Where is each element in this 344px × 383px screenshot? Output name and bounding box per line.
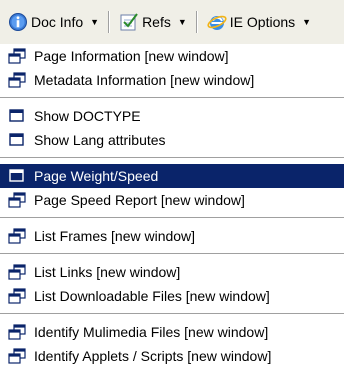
menu-item[interactable]: Show DOCTYPE — [0, 104, 344, 128]
menu-item[interactable]: Identify Mulimedia Files [new window] — [0, 320, 344, 344]
chevron-down-icon: ▼ — [302, 17, 312, 27]
checklist-icon — [119, 12, 139, 32]
ie-options-label: IE Options — [229, 14, 296, 30]
menu-item-label: Identify Applets / Scripts [new window] — [34, 348, 272, 364]
toolbar: Doc Info ▼ Refs ▼ IE Options ▼ — [0, 0, 344, 44]
refs-button[interactable]: Refs ▼ — [115, 7, 191, 37]
menu-item-label: List Downloadable Files [new window] — [34, 288, 270, 304]
new-window-icon — [8, 228, 26, 244]
menu-separator — [0, 217, 344, 218]
menu-item[interactable]: List Frames [new window] — [0, 224, 344, 248]
doc-info-button[interactable]: Doc Info ▼ — [4, 7, 103, 37]
menu-separator — [0, 97, 344, 98]
toolbar-separator — [108, 11, 111, 33]
new-window-icon — [8, 288, 26, 304]
new-window-icon — [8, 348, 26, 364]
menu-item[interactable]: Metadata Information [new window] — [0, 68, 344, 92]
ie-options-button[interactable]: IE Options ▼ — [203, 7, 315, 37]
menu-separator — [0, 253, 344, 254]
menu-item-label: Metadata Information [new window] — [34, 72, 255, 88]
menu-separator — [0, 157, 344, 158]
menu-item[interactable]: Identify Applets / Scripts [new window] — [0, 344, 344, 368]
window-icon — [8, 132, 26, 148]
menu-item[interactable]: Page Information [new window] — [0, 44, 344, 68]
window-icon — [8, 168, 26, 184]
menu-item-label: Page Weight/Speed — [34, 168, 159, 184]
menu-item[interactable]: List Links [new window] — [0, 260, 344, 284]
chevron-down-icon: ▼ — [177, 17, 187, 27]
menu-item-label: Show DOCTYPE — [34, 108, 141, 124]
menu-item-label: Page Information [new window] — [34, 48, 229, 64]
doc-info-menu: Page Information [new window] Metadata In… — [0, 44, 344, 383]
window-icon — [8, 108, 26, 124]
menu-item-label: Identify Mulimedia Files [new window] — [34, 324, 269, 340]
menu-item-label: Show Lang attributes — [34, 132, 166, 148]
new-window-icon — [8, 324, 26, 340]
menu-item[interactable]: Page Speed Report [new window] — [0, 188, 344, 212]
new-window-icon — [8, 48, 26, 64]
new-window-icon — [8, 72, 26, 88]
menu-item-label: Page Speed Report [new window] — [34, 192, 245, 208]
chevron-down-icon: ▼ — [90, 17, 100, 27]
new-window-icon — [8, 264, 26, 280]
ie-icon — [207, 12, 227, 32]
new-window-icon — [8, 192, 26, 208]
menu-item[interactable]: Page Weight/Speed — [0, 164, 344, 188]
menu-item[interactable]: Show Lang attributes — [0, 128, 344, 152]
info-icon — [8, 12, 28, 32]
menu-separator — [0, 313, 344, 314]
menu-item-label: List Frames [new window] — [34, 228, 196, 244]
refs-label: Refs — [142, 14, 171, 30]
menu-item[interactable]: List Downloadable Files [new window] — [0, 284, 344, 308]
toolbar-separator — [195, 11, 198, 33]
doc-info-label: Doc Info — [31, 14, 84, 30]
menu-item-label: List Links [new window] — [34, 264, 181, 280]
ie-toolbar-window: Doc Info ▼ Refs ▼ IE Options ▼ Page Info… — [0, 0, 344, 383]
